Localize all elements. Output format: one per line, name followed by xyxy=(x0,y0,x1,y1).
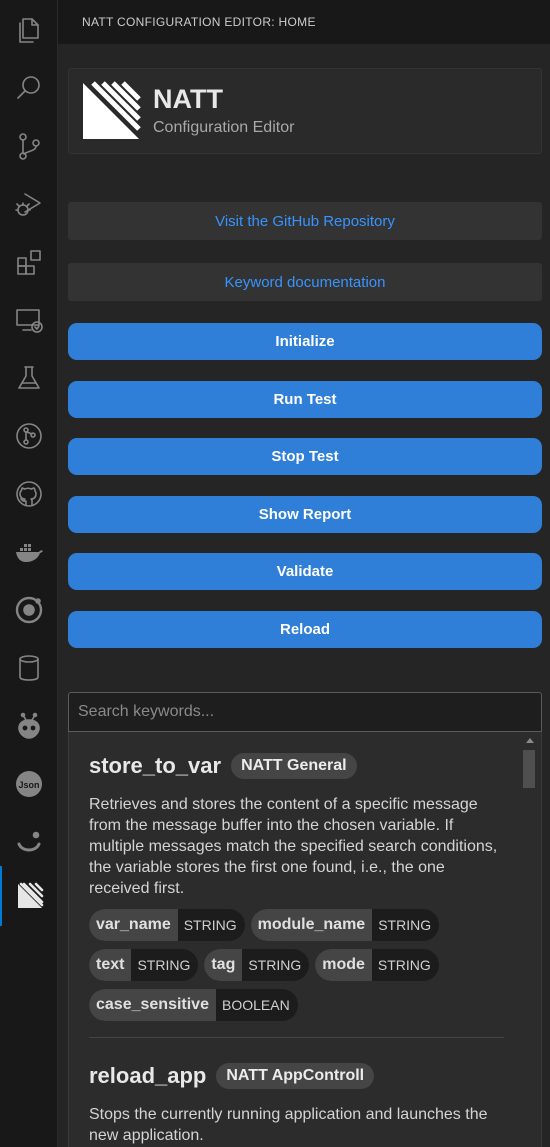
reload-button[interactable]: Reload xyxy=(68,611,542,648)
natt-sidebar: NATT CONFIGURATION EDITOR: HOME NATT Con… xyxy=(58,0,550,1147)
platformio-icon[interactable] xyxy=(0,700,58,752)
scroll-thumb[interactable] xyxy=(523,750,535,788)
natt-logo-icon xyxy=(83,81,141,139)
extensions-icon[interactable] xyxy=(0,236,58,288)
github-icon[interactable] xyxy=(0,468,58,520)
param-type: BOOLEAN xyxy=(221,997,290,1013)
param-chip: module_name STRING xyxy=(250,909,440,941)
keyword-params: var_name STRING module_name STRING text … xyxy=(89,909,504,1029)
param-name: module_name xyxy=(250,909,373,941)
keyword-name: store_to_var xyxy=(89,753,222,778)
param-chip: var_name STRING xyxy=(89,909,245,941)
natt-logo-card: NATT Configuration Editor xyxy=(68,68,542,154)
logo-subtitle: Configuration Editor xyxy=(153,119,295,136)
keyword-card: store_to_var NATT General Retrieves and … xyxy=(89,750,504,1029)
keyword-category-badge: NATT General xyxy=(231,753,357,779)
initialize-button[interactable]: Initialize xyxy=(68,323,542,360)
stop-test-button[interactable]: Stop Test xyxy=(68,438,542,475)
search-icon[interactable] xyxy=(0,62,58,114)
param-chip: tag STRING xyxy=(204,949,310,981)
param-name: text xyxy=(89,949,132,981)
sidebar-header: NATT CONFIGURATION EDITOR: HOME xyxy=(58,0,550,44)
keyword-list-scrollbar[interactable] xyxy=(523,732,539,1147)
param-name: var_name xyxy=(89,909,178,941)
param-type: STRING xyxy=(248,957,302,973)
logo-title: NATT xyxy=(153,84,223,114)
param-type: STRING xyxy=(377,957,431,973)
smiley-icon[interactable] xyxy=(0,816,58,868)
github-link-button[interactable]: Visit the GitHub Repository xyxy=(68,202,542,240)
keyword-name: reload_app xyxy=(89,1063,207,1088)
files-icon[interactable] xyxy=(0,4,58,56)
keyword-description: Stops the currently running application … xyxy=(89,1106,488,1144)
git-graph-icon[interactable] xyxy=(0,410,58,462)
remote-explorer-icon[interactable] xyxy=(0,294,58,346)
param-type: STRING xyxy=(183,917,237,933)
run-test-button[interactable]: Run Test xyxy=(68,381,542,418)
sidebar-body: NATT Configuration Editor Visit the GitH… xyxy=(58,44,550,1147)
keyword-card: reload_app NATT AppControll Stops the cu… xyxy=(89,1060,504,1146)
param-name: mode xyxy=(315,949,372,981)
validate-button[interactable]: Validate xyxy=(68,553,542,590)
json-icon[interactable]: Json xyxy=(0,758,58,810)
keyword-docs-button[interactable]: Keyword documentation xyxy=(68,263,542,301)
keyword-description: Retrieves and stores the content of a sp… xyxy=(89,796,498,897)
activity-bar: Json xyxy=(0,0,58,1147)
param-name: case_sensitive xyxy=(89,989,216,1021)
docker-icon[interactable] xyxy=(0,526,58,578)
svg-text:Json: Json xyxy=(18,780,39,790)
param-type: STRING xyxy=(378,917,432,933)
keyword-list: store_to_var NATT General Retrieves and … xyxy=(68,732,542,1147)
show-report-button[interactable]: Show Report xyxy=(68,496,542,533)
database-icon[interactable] xyxy=(0,642,58,694)
testing-icon[interactable] xyxy=(0,352,58,404)
param-type: STRING xyxy=(137,957,191,973)
source-control-icon[interactable] xyxy=(0,120,58,172)
param-name: tag xyxy=(204,949,243,981)
keyword-divider xyxy=(89,1037,504,1038)
keyword-category-badge: NATT AppControll xyxy=(216,1063,375,1089)
param-chip: text STRING xyxy=(89,949,199,981)
keyword-search-input[interactable] xyxy=(68,692,542,732)
run-debug-icon[interactable] xyxy=(0,178,58,230)
param-chip: case_sensitive BOOLEAN xyxy=(89,989,298,1021)
ionic-icon[interactable] xyxy=(0,584,58,636)
param-chip: mode STRING xyxy=(315,949,439,981)
scroll-up-arrow-icon[interactable] xyxy=(526,738,534,743)
app-window: Json NATT CONFIGURATION EDITOR: HOME NAT… xyxy=(0,0,550,1147)
natt-icon[interactable] xyxy=(0,866,58,926)
